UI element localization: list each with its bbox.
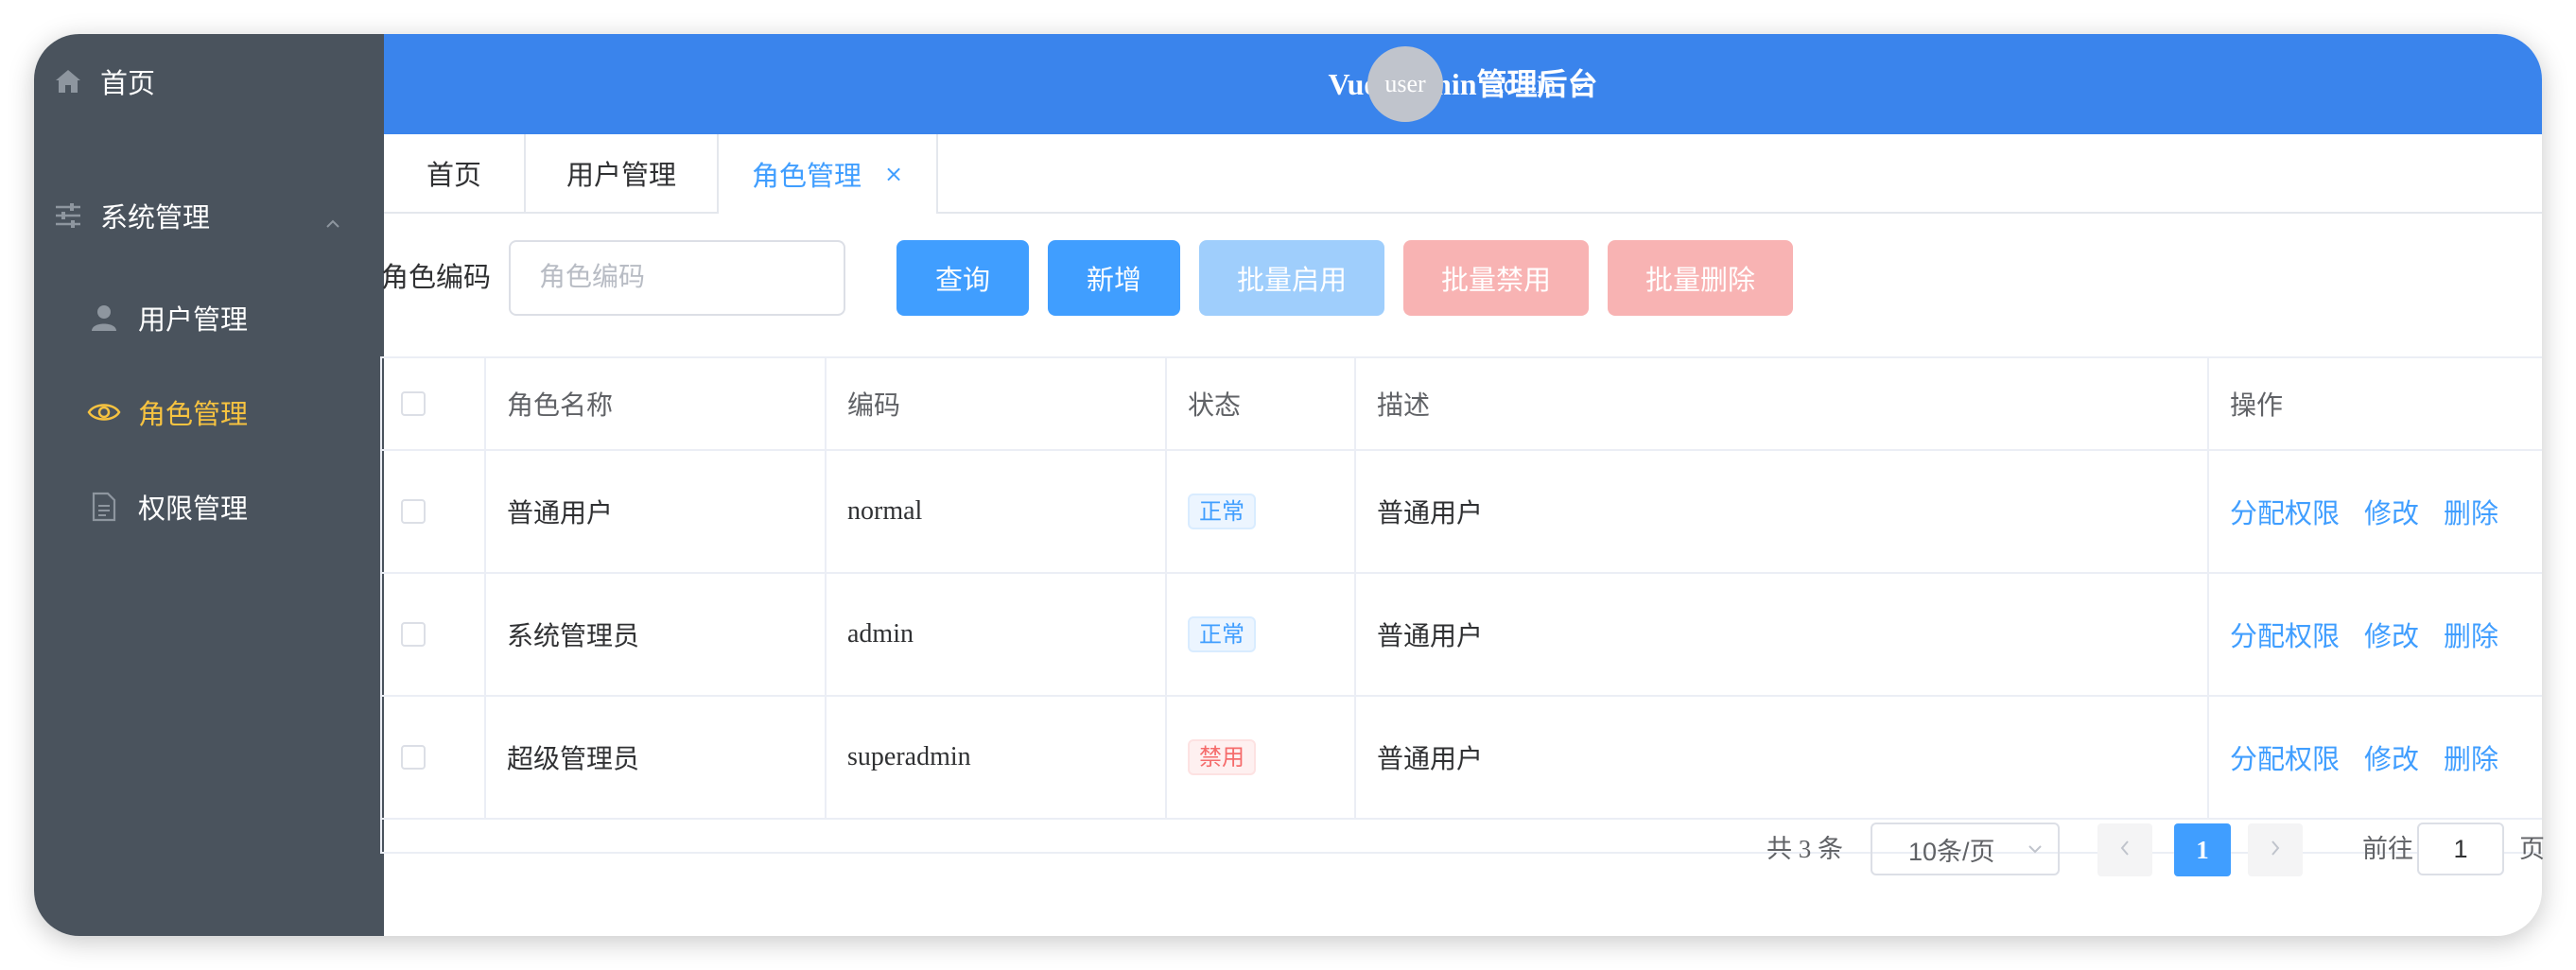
role-code: normal — [827, 451, 1167, 572]
actions-cell: 分配权限 修改 删除 — [2209, 451, 2544, 572]
page-size-select[interactable]: 10条/页 — [1871, 823, 2060, 875]
role-code: superadmin — [827, 697, 1167, 818]
role-code: admin — [827, 574, 1167, 695]
sidebar-item-label: 系统管理 — [100, 203, 211, 234]
eye-icon — [87, 395, 121, 429]
table-row: 普通用户 normal 正常 普通用户 分配权限 修改 删除 — [382, 451, 2542, 574]
role-code-input[interactable] — [509, 240, 845, 316]
row-checkbox[interactable] — [401, 745, 426, 770]
sidebar-item-system[interactable]: 系统管理 — [34, 168, 384, 263]
status-cell: 禁用 — [1167, 697, 1356, 818]
batch-enable-button[interactable]: 批量启用 — [1199, 240, 1384, 316]
row-select-cell — [382, 574, 486, 695]
actions-cell: 分配权限 修改 删除 — [2209, 574, 2544, 695]
prev-page-button[interactable] — [2097, 823, 2152, 876]
delete-link[interactable]: 删除 — [2444, 737, 2498, 777]
tab-home[interactable]: 首页 — [384, 134, 526, 212]
app-title: Vue-Admin管理后台 — [1328, 67, 1598, 101]
chevron-right-icon — [2270, 840, 2281, 861]
header-code: 编码 — [827, 358, 1167, 449]
sidebar-item-users[interactable]: 用户管理 — [34, 270, 384, 365]
row-select-cell — [382, 697, 486, 818]
role-desc: 普通用户 — [1356, 697, 2209, 818]
sidebar: 首页 系统管理 用户管理 角色管理 权限管理 — [34, 34, 384, 936]
edit-link[interactable]: 修改 — [2364, 737, 2419, 777]
chevron-down-icon — [1557, 70, 1589, 99]
status-badge: 禁用 — [1188, 739, 1256, 775]
header-status: 状态 — [1167, 358, 1356, 449]
table-row: 系统管理员 admin 正常 普通用户 分配权限 修改 删除 — [382, 574, 2542, 697]
top-header: Vue-Admin管理后台 user admin — [384, 34, 2542, 134]
sliders-icon — [51, 199, 85, 233]
row-checkbox[interactable] — [401, 499, 426, 524]
assign-permission-link[interactable]: 分配权限 — [2230, 615, 2340, 654]
chevron-left-icon — [2119, 840, 2131, 861]
sidebar-item-label: 角色管理 — [138, 400, 249, 430]
actions-cell: 分配权限 修改 删除 — [2209, 697, 2544, 818]
home-icon — [51, 64, 85, 98]
close-icon[interactable]: × — [884, 161, 903, 187]
tab-users[interactable]: 用户管理 — [526, 134, 719, 212]
delete-link[interactable]: 删除 — [2444, 492, 2498, 531]
role-code-label: 角色编码 — [381, 263, 492, 293]
tab-roles[interactable]: 角色管理 × — [719, 134, 938, 214]
tab-label: 首页 — [426, 161, 481, 191]
status-badge: 正常 — [1188, 616, 1256, 652]
select-all-checkbox[interactable] — [401, 391, 426, 416]
page-number-current[interactable]: 1 — [2174, 823, 2231, 876]
header-name: 角色名称 — [486, 358, 827, 449]
sidebar-item-permissions[interactable]: 权限管理 — [34, 459, 384, 554]
edit-link[interactable]: 修改 — [2364, 492, 2419, 531]
delete-link[interactable]: 删除 — [2444, 615, 2498, 654]
role-name: 普通用户 — [486, 451, 827, 572]
sidebar-item-label: 用户管理 — [138, 305, 249, 336]
assign-permission-link[interactable]: 分配权限 — [2230, 737, 2340, 777]
query-button[interactable]: 查询 — [896, 240, 1029, 316]
goto-label: 前往 — [2362, 835, 2413, 863]
status-badge: 正常 — [1188, 494, 1256, 529]
pagination-total: 共 3 条 — [1767, 835, 1843, 863]
header-desc: 描述 — [1356, 358, 2209, 449]
status-cell: 正常 — [1167, 574, 1356, 695]
sidebar-item-label: 首页 — [100, 69, 156, 99]
role-name: 超级管理员 — [486, 697, 827, 818]
status-cell: 正常 — [1167, 451, 1356, 572]
batch-disable-button[interactable]: 批量禁用 — [1403, 240, 1589, 316]
chevron-up-icon — [325, 208, 340, 228]
document-icon — [87, 490, 121, 524]
assign-permission-link[interactable]: 分配权限 — [2230, 492, 2340, 531]
add-button[interactable]: 新增 — [1048, 240, 1180, 316]
goto-page-input[interactable] — [2417, 823, 2504, 875]
tab-label: 用户管理 — [566, 161, 676, 191]
header-actions: 操作 — [2230, 391, 2284, 421]
sidebar-item-roles[interactable]: 角色管理 — [34, 365, 384, 459]
edit-link[interactable]: 修改 — [2364, 615, 2419, 654]
row-checkbox[interactable] — [401, 622, 426, 647]
avatar[interactable]: user — [1367, 46, 1443, 122]
page-suffix: 页 — [2519, 835, 2545, 863]
header-select-cell — [382, 358, 486, 449]
user-dropdown[interactable]: admin — [1492, 34, 1589, 134]
tab-bar: 首页 用户管理 角色管理 × — [384, 134, 2542, 214]
batch-delete-button[interactable]: 批量删除 — [1608, 240, 1793, 316]
next-page-button[interactable] — [2248, 823, 2303, 876]
row-select-cell — [382, 451, 486, 572]
role-desc: 普通用户 — [1356, 451, 2209, 572]
role-name: 系统管理员 — [486, 574, 827, 695]
table-row: 超级管理员 superadmin 禁用 普通用户 分配权限 修改 删除 — [382, 697, 2542, 820]
tab-label: 角色管理 — [751, 162, 862, 192]
page-size-value: 10条/页 — [1908, 837, 1995, 866]
sidebar-item-home[interactable]: 首页 — [34, 34, 384, 129]
sidebar-item-label: 权限管理 — [138, 494, 249, 525]
table-header-row: 角色名称 编码 状态 描述 操作 — [382, 358, 2542, 451]
roles-table: 角色名称 编码 状态 描述 操作 普通用户 normal 正常 普通用户 分配权… — [380, 356, 2542, 854]
role-desc: 普通用户 — [1356, 574, 2209, 695]
user-icon — [87, 301, 121, 335]
username: admin — [1492, 69, 1557, 98]
